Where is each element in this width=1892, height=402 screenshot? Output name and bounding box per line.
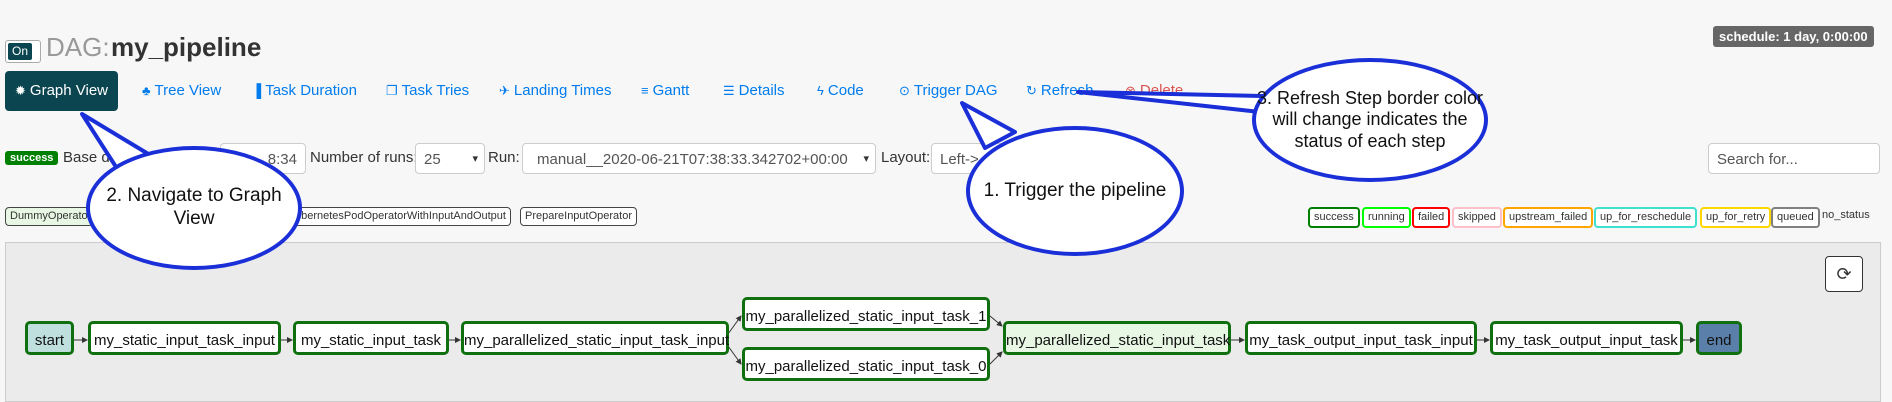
callout-trigger: 1. Trigger the pipeline — [966, 126, 1184, 256]
callout-navigate: 2. Navigate to Graph View — [86, 146, 302, 270]
callout-refresh: 3. Refresh Step border color will change… — [1252, 58, 1488, 182]
